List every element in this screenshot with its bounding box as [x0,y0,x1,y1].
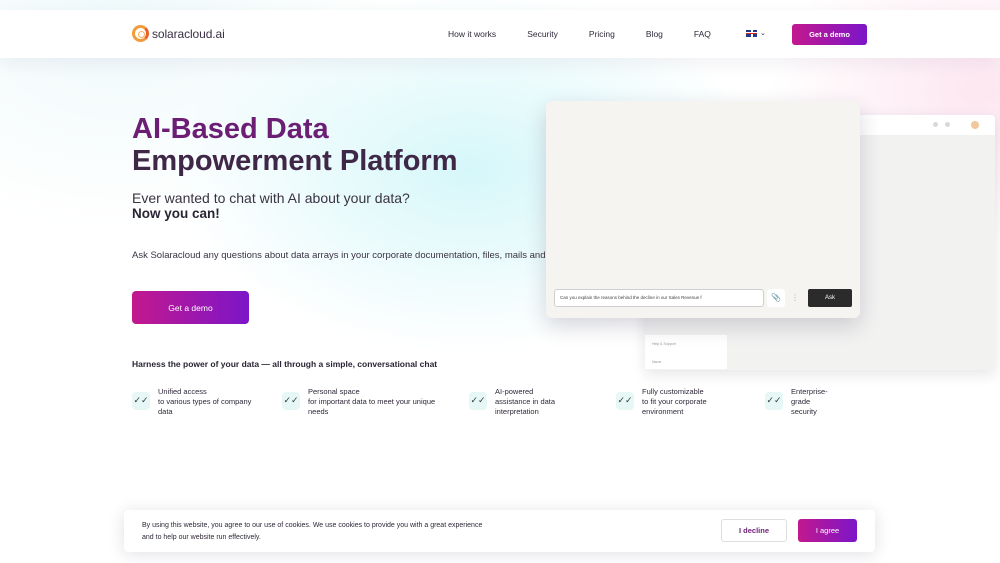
feature-text: security [791,407,817,416]
cookie-banner: By using this website, you agree to our … [124,510,875,552]
logo-text: solaracloud.ai [152,26,225,41]
page-title: AI-Based Data Empowerment Platform [132,113,532,177]
cookie-message: By using this website, you agree to our … [142,520,522,544]
more-options-icon[interactable]: ⋮ [788,289,802,307]
feature-text: to fit your corporate [642,397,707,406]
feature-title: Fully customizable [642,387,704,396]
chevron-down-icon: ⌄ [760,30,766,37]
solaracloud-logo-icon [132,25,149,42]
feature-title: Personal space [308,387,360,396]
double-check-icon: ✓✓ [616,392,634,410]
feature-text: data [158,407,173,416]
ask-button[interactable]: Ask [808,289,852,307]
page-title-line2: Empowerment Platform [132,145,458,177]
main-nav: How it works Security Pricing Blog FAQ [448,29,711,39]
nav-blog[interactable]: Blog [646,29,663,39]
feature-text: grade [791,397,811,406]
cookie-agree-button[interactable]: I agree [798,519,857,542]
hero-subtitle: Ever wanted to chat with AI about your d… [132,190,410,206]
logo[interactable]: solaracloud.ai [132,25,225,42]
top-navbar: solaracloud.ai How it works Security Pri… [0,10,1000,58]
status-dot-icon [945,122,950,127]
cookie-message-line1: By using this website, you agree to our … [142,522,483,529]
feature-text: environment [642,407,684,416]
uk-flag-icon [746,29,757,37]
user-name-label: Name [652,360,662,364]
feature-title: Unified access [158,387,207,396]
nav-how-it-works[interactable]: How it works [448,29,496,39]
feature-item: ✓✓ AI-powered assistance in data interpr… [469,387,575,417]
double-check-icon: ✓✓ [132,392,150,410]
feature-text: interpretation [495,407,539,416]
language-selector[interactable]: ⌄ [746,29,766,37]
feature-item: ✓✓ Enterprise- grade security [765,387,851,417]
feature-text: for important data to meet your unique [308,397,436,406]
app-preview-chat-window: Can you explain the reasons behind the d… [546,101,860,318]
feature-item: ✓✓ Fully customizable to fit your corpor… [616,387,732,417]
hero-subtitle-emphasis: Now you can! [132,206,220,221]
nav-security[interactable]: Security [527,29,558,39]
harness-heading: Harness the power of your data — all thr… [132,359,438,369]
feature-item: ✓✓ Personal space for important data to … [282,387,448,417]
nav-faq[interactable]: FAQ [694,29,711,39]
nav-pricing[interactable]: Pricing [589,29,615,39]
chat-question-input[interactable]: Can you explain the reasons behind the d… [554,289,764,307]
hero-get-demo-button[interactable]: Get a demo [132,291,249,324]
feature-title: AI-powered [495,387,534,396]
app-preview-sidebar-footer: Help & Support Name [645,335,727,369]
feature-item: ✓✓ Unified access to various types of co… [132,387,258,417]
cookie-decline-button[interactable]: I decline [721,519,787,542]
avatar [971,121,979,129]
feature-title: Enterprise- [791,387,828,396]
status-dot-icon [933,122,938,127]
help-support-label: Help & Support [652,342,676,346]
feature-text: assistance in data [495,397,556,406]
double-check-icon: ✓✓ [469,392,487,410]
hero-description: Ask Solaracloud any questions about data… [132,250,553,261]
cookie-message-line2: and to help our website run effectively. [142,534,261,541]
attach-clip-icon[interactable]: 📎 [767,289,785,307]
page-title-line1: AI-Based Data [132,113,329,145]
double-check-icon: ✓✓ [765,392,783,410]
feature-text: to various types of company [158,397,252,406]
feature-text: needs [308,407,329,416]
header-get-demo-button[interactable]: Get a demo [792,24,867,45]
double-check-icon: ✓✓ [282,392,300,410]
